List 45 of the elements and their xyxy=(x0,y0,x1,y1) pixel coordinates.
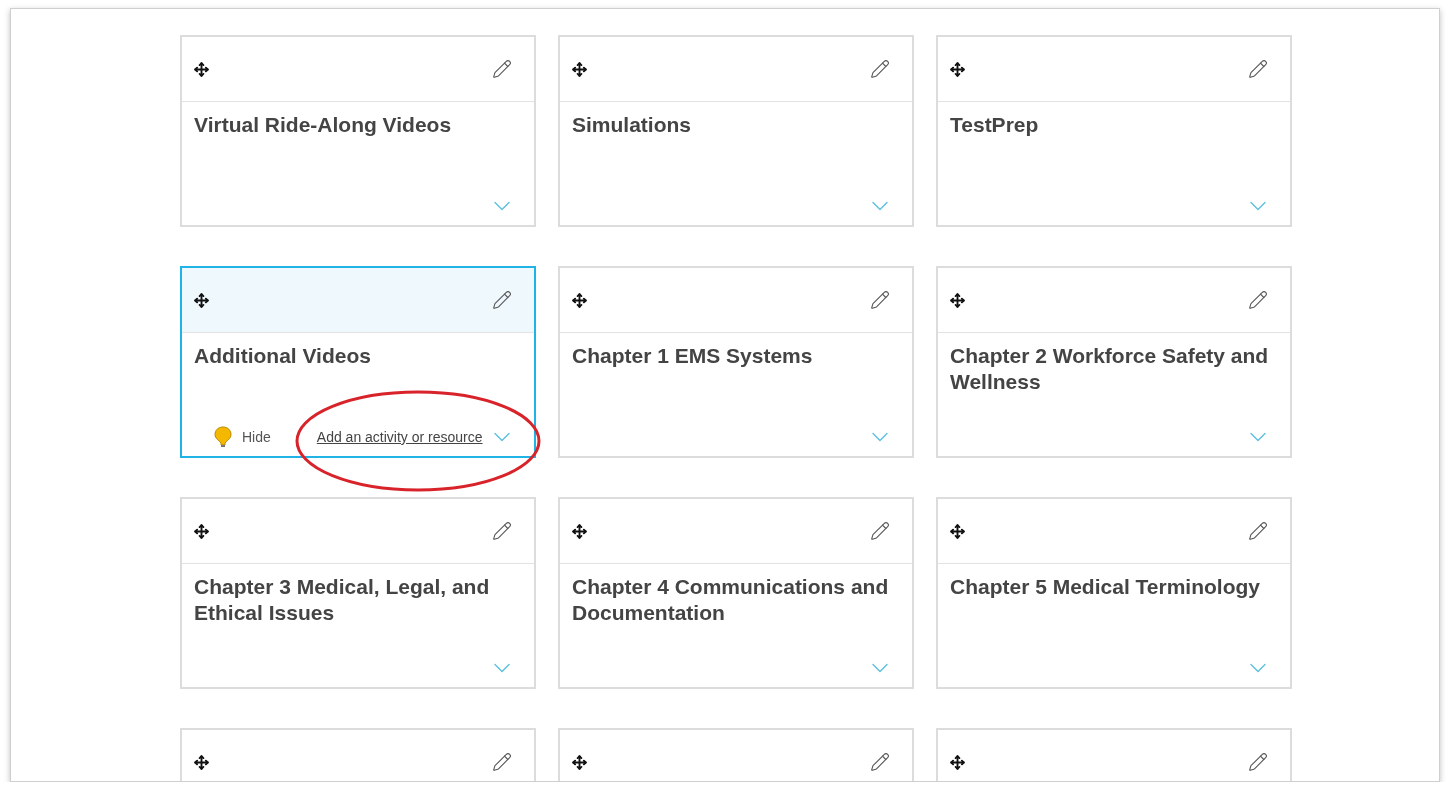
section-card[interactable]: Additional Videos Hide Add an activity or resource xyxy=(180,266,536,458)
pencil-icon[interactable] xyxy=(492,521,512,541)
pencil-icon[interactable] xyxy=(870,752,890,772)
hide-label[interactable]: Hide xyxy=(242,429,271,445)
section-title: Chapter 4 Communications and Documentation xyxy=(572,574,890,626)
add-activity-link[interactable]: Add an activity or resource xyxy=(316,429,483,445)
move-icon[interactable] xyxy=(950,523,965,539)
pencil-icon[interactable] xyxy=(1248,290,1268,310)
section-card[interactable]: TestPrep xyxy=(936,35,1292,227)
pencil-icon[interactable] xyxy=(1248,59,1268,79)
move-icon[interactable] xyxy=(950,292,965,308)
section-card[interactable]: Chapter 1 EMS Systems xyxy=(558,266,914,458)
pencil-icon[interactable] xyxy=(870,59,890,79)
section-title: Chapter 2 Workforce Safety and Wellness xyxy=(950,343,1270,395)
section-title: TestPrep xyxy=(950,112,1040,138)
section-card[interactable]: Chapter 4 Communications and Documentation xyxy=(558,497,914,689)
pencil-icon[interactable] xyxy=(492,59,512,79)
section-title: Simulations xyxy=(572,112,693,138)
move-icon[interactable] xyxy=(194,292,209,308)
move-icon[interactable] xyxy=(572,292,587,308)
lightbulb-icon[interactable] xyxy=(214,426,232,448)
section-title: Chapter 3 Medical, Legal, and Ethical Issues xyxy=(194,574,491,626)
section-card[interactable]: Chapter 3 Medical, Legal, and Ethical Issues xyxy=(180,497,536,689)
section-card[interactable]: Chapter 5 Medical Terminology xyxy=(936,497,1292,689)
pencil-icon[interactable] xyxy=(870,521,890,541)
pencil-icon[interactable] xyxy=(1248,521,1268,541)
move-icon[interactable] xyxy=(194,61,209,77)
move-icon[interactable] xyxy=(572,754,587,770)
move-icon[interactable] xyxy=(572,61,587,77)
section-title: Additional Videos xyxy=(194,343,372,369)
section-title: Chapter 5 Medical Terminology xyxy=(950,574,1261,600)
section-title: Chapter 1 EMS Systems xyxy=(572,343,814,369)
pencil-icon[interactable] xyxy=(870,290,890,310)
move-icon[interactable] xyxy=(194,523,209,539)
section-card[interactable]: Simulations xyxy=(558,35,914,227)
section-card[interactable]: Virtual Ride-Along Videos xyxy=(180,35,536,227)
section-card[interactable]: Chapter 2 Workforce Safety and Wellness xyxy=(936,266,1292,458)
pencil-icon[interactable] xyxy=(492,290,512,310)
move-icon[interactable] xyxy=(950,754,965,770)
move-icon[interactable] xyxy=(194,754,209,770)
section-title: Virtual Ride-Along Videos xyxy=(194,112,453,138)
move-icon[interactable] xyxy=(950,61,965,77)
pencil-icon[interactable] xyxy=(492,752,512,772)
move-icon[interactable] xyxy=(572,523,587,539)
pencil-icon[interactable] xyxy=(1248,752,1268,772)
